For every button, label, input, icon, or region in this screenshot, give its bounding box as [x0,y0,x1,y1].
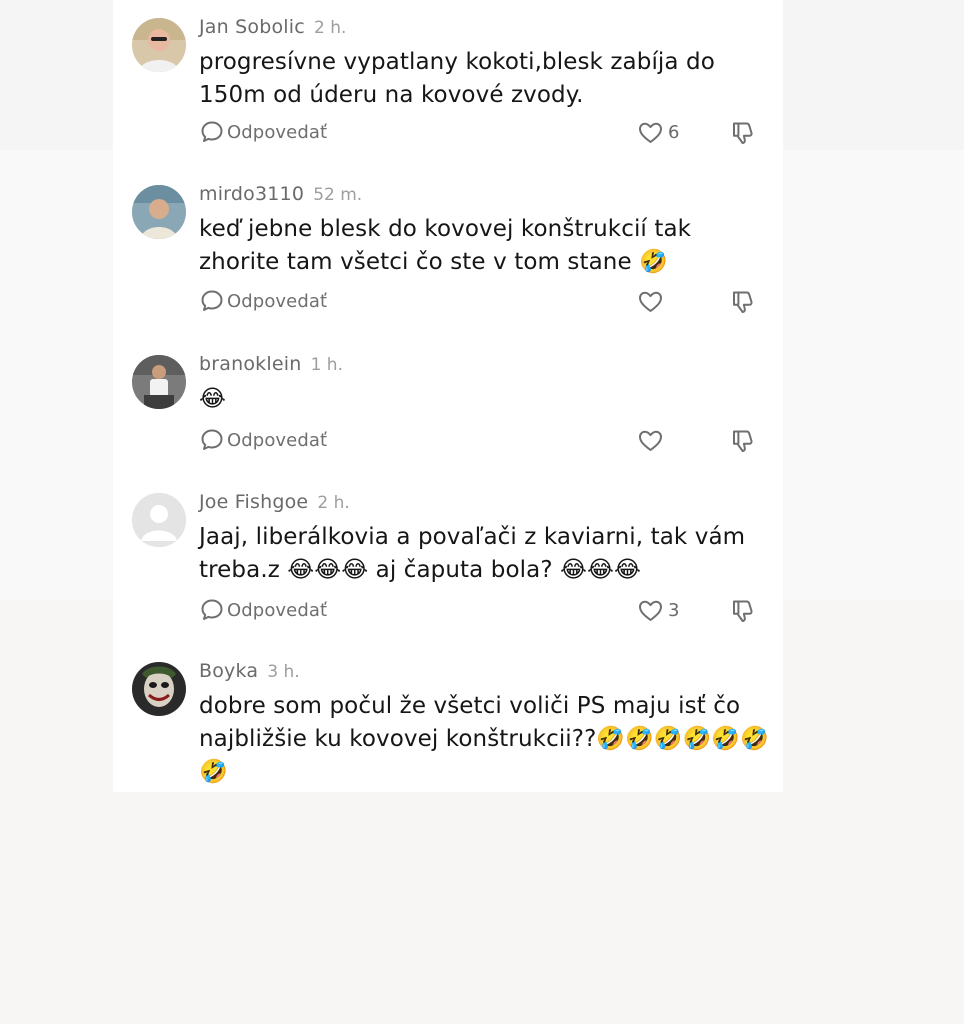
speech-bubble-icon [201,599,223,620]
timestamp: 3 h. [267,662,300,682]
dislike-button[interactable] [729,119,757,151]
thumbs-down-icon [733,291,753,313]
avatar[interactable] [132,185,186,239]
thumbs-down-icon [733,122,753,144]
comment-text: dobre som počul že všetci voliči PS maju… [199,693,769,785]
screen: Jan Sobolic 2 h. progresívne vypatlany k… [0,0,964,1024]
username[interactable]: Joe Fishgoe [199,491,308,513]
comment-header: mirdo3110 52 m. [199,183,362,205]
timestamp: 2 h. [314,18,347,38]
like-button[interactable]: 3 [637,597,679,624]
comment-text: progresívne vypatlany kokoti,blesk zabíj… [199,49,715,108]
thumbs-down-icon [733,600,753,622]
like-count: 3 [668,600,680,621]
thumbs-down-icon [733,430,753,452]
comment-actions: Odpovedať [199,288,769,318]
dislike-button[interactable] [729,288,757,320]
like-button[interactable]: 6 [637,119,679,146]
comment-header: branoklein 1 h. [199,353,343,375]
comment-text: Jaaj, liberálkovia a povaľači z kaviarni… [199,524,746,583]
heart-icon [639,600,662,621]
reply-button[interactable]: Odpovedať [199,597,327,623]
reply-label: Odpovedať [227,599,328,621]
username[interactable]: branoklein [199,353,301,375]
like-count: 6 [668,122,680,143]
avatar[interactable] [132,355,186,409]
comment-actions: Odpovedať [199,427,769,457]
avatar[interactable] [132,493,186,547]
reply-label: Odpovedať [227,121,328,143]
reply-label: Odpovedať [227,429,328,451]
comment-actions: Odpovedať 3 [199,597,769,627]
heart-icon [639,291,662,312]
heart-icon [639,430,662,451]
speech-bubble-icon [201,290,223,311]
reply-button[interactable]: Odpovedať [199,288,327,314]
comment-actions: Odpovedať 6 [199,119,769,149]
like-button[interactable] [637,427,668,454]
comment-header: Jan Sobolic 2 h. [199,16,346,38]
timestamp: 2 h. [317,493,350,513]
comment-header: Boyka 3 h. [199,660,300,682]
comments-panel: Jan Sobolic 2 h. progresívne vypatlany k… [113,0,783,792]
speech-bubble-icon [201,429,223,450]
timestamp: 52 m. [313,185,363,205]
username[interactable]: mirdo3110 [199,183,304,205]
like-button[interactable] [637,288,668,315]
reply-button[interactable]: Odpovedať [199,119,327,145]
reply-label: Odpovedať [227,290,328,312]
comment-text: keď jebne blesk do kovovej konštrukcií t… [199,216,692,275]
comment-header: Joe Fishgoe 2 h. [199,491,350,513]
avatar[interactable] [132,18,186,72]
timestamp: 1 h. [310,355,343,375]
heart-icon [639,122,662,143]
reply-button[interactable]: Odpovedať [199,427,327,453]
comment-text: 😂 [199,386,226,412]
avatar[interactable] [132,662,186,716]
username[interactable]: Jan Sobolic [199,16,305,38]
speech-bubble-icon [201,121,223,142]
dislike-button[interactable] [729,427,757,459]
dislike-button[interactable] [729,597,757,629]
username[interactable]: Boyka [199,660,258,682]
